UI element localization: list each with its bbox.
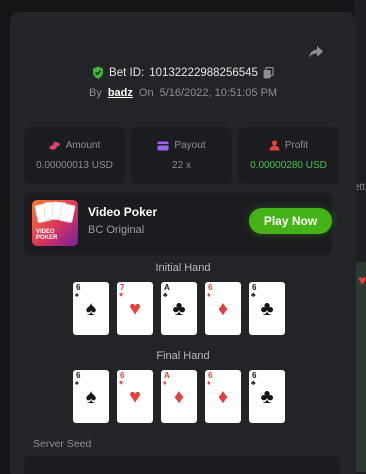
credit-card-icon: [157, 141, 169, 150]
coins-icon: [49, 140, 60, 150]
playing-card: 7 ♥ ♥: [117, 282, 153, 335]
initial-hand-label: Initial Hand: [155, 262, 211, 274]
playing-card: A ♣ ♣: [161, 282, 197, 335]
stat-payout-label: Payout: [174, 140, 206, 151]
bet-meta-row: By badz On 5/16/2022, 10:51:05 PM: [10, 87, 356, 99]
card-suit: ♦: [217, 386, 229, 408]
background-card-fragment: ♥: [356, 262, 366, 472]
card-suit: ♣: [260, 386, 274, 408]
card-suit-small: ♦: [163, 380, 167, 387]
game-card: VIDEO POKER Video Poker BC Original Play…: [24, 193, 332, 255]
server-seed-label: Server Seed: [33, 438, 92, 450]
card-rank: 6: [252, 371, 257, 380]
card-suit-small: ♠: [75, 380, 79, 387]
user-coin-icon: [269, 140, 280, 151]
bet-details-modal: Bet ID: 10132222988256545 By badz On 5/1…: [10, 12, 356, 474]
on-label: On: [138, 87, 154, 99]
by-label: By: [88, 87, 102, 99]
final-hand: 6 ♠ ♠ 6 ♥ ♥ A ♦ ♦ 6 ♦ ♦ 6 ♣ ♣: [73, 370, 285, 423]
card-rank: 6: [120, 371, 125, 380]
heart-icon: ♥: [358, 272, 366, 288]
card-suit-small: ♣: [163, 292, 168, 299]
card-suit: ♦: [217, 298, 229, 320]
playing-card: 6 ♠ ♠: [73, 370, 109, 423]
card-suit-small: ♥: [119, 292, 124, 299]
share-icon[interactable]: [306, 42, 326, 62]
card-suit-small: ♠: [75, 292, 79, 299]
card-rank: 6: [208, 283, 213, 292]
card-suit-small: ♥: [119, 380, 124, 387]
final-hand-label: Final Hand: [156, 350, 210, 362]
card-rank: 7: [120, 283, 125, 292]
playing-card: 6 ♣ ♣: [249, 370, 285, 423]
stat-amount-label: Amount: [65, 140, 101, 151]
card-rank: A: [164, 283, 170, 292]
card-suit: ♣: [260, 298, 274, 320]
playing-card: 6 ♣ ♣: [249, 282, 285, 335]
stat-payout-value: 22 x: [172, 160, 191, 171]
card-suit: ♦: [173, 386, 185, 408]
card-suit-small: ♣: [251, 380, 256, 387]
card-suit: ♠: [85, 386, 97, 408]
card-suit-small: ♦: [207, 380, 211, 387]
playing-card: 6 ♥ ♥: [117, 370, 153, 423]
playing-card: 6 ♦ ♦: [205, 370, 241, 423]
stats-row: Amount 0.00000013 USD Payout 22 x Profit: [24, 127, 339, 184]
card-rank: A: [164, 371, 170, 380]
server-seed-field[interactable]: [24, 456, 340, 474]
card-rank: 6: [208, 371, 213, 380]
bet-id-row: Bet ID: 10132222988256545: [10, 66, 356, 79]
card-suit: ♣: [172, 298, 186, 320]
thumb-text-poker: POKER: [36, 235, 58, 241]
card-suit: ♥: [129, 298, 141, 320]
card-rank: 6: [76, 371, 81, 380]
stat-payout: Payout 22 x: [131, 127, 232, 184]
bet-datetime: 5/16/2022, 10:51:05 PM: [159, 87, 278, 99]
user-link[interactable]: badz: [108, 87, 133, 99]
game-title: Video Poker: [88, 205, 158, 219]
bet-id-label: Bet ID:: [109, 66, 145, 79]
card-suit-small: ♣: [251, 292, 256, 299]
card-rank: 6: [76, 283, 81, 292]
bet-id-value: 10132222988256545: [149, 66, 258, 79]
initial-hand: 6 ♠ ♠ 7 ♥ ♥ A ♣ ♣ 6 ♦ ♦ 6 ♣ ♣: [73, 282, 285, 335]
card-rank: 6: [252, 283, 257, 292]
card-suit: ♠: [85, 298, 97, 320]
stat-profit-label: Profit: [284, 140, 309, 151]
stat-amount: Amount 0.00000013 USD: [24, 127, 125, 184]
game-thumbnail[interactable]: VIDEO POKER: [32, 200, 78, 246]
copy-icon[interactable]: [263, 66, 274, 79]
card-suit-small: ♦: [207, 292, 211, 299]
playing-card: A ♦ ♦: [161, 370, 197, 423]
stat-amount-value: 0.00000013 USD: [36, 160, 113, 171]
playing-card: 6 ♠ ♠: [73, 282, 109, 335]
stat-profit: Profit 0.00000280 USD: [238, 127, 339, 184]
card-suit: ♥: [129, 386, 141, 408]
shield-check-icon: [93, 66, 104, 79]
playing-card: 6 ♦ ♦: [205, 282, 241, 335]
game-subtitle: BC Original: [88, 224, 145, 236]
play-now-button[interactable]: Play Now: [249, 208, 332, 234]
stat-profit-value: 0.00000280 USD: [250, 160, 327, 171]
